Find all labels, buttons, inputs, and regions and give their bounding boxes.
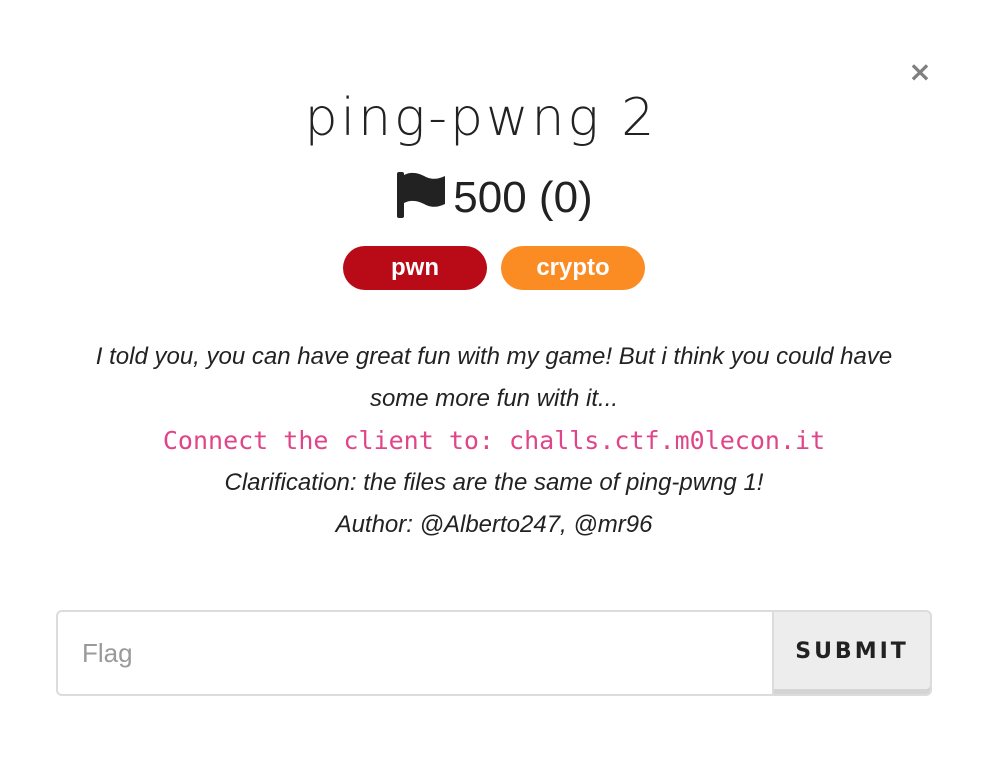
flag-input[interactable] xyxy=(56,610,772,696)
points-value: 500 (0) xyxy=(453,173,593,222)
tag-pwn: pwn xyxy=(343,246,487,290)
clarification-text: Clarification: the files are the same of… xyxy=(224,469,764,496)
submit-button[interactable]: SUBMIT xyxy=(772,610,932,696)
challenge-modal: × ping-pwng 2 500 (0) pwn crypto I told … xyxy=(0,0,988,762)
flag-icon xyxy=(397,172,446,218)
description-line: I told you, you can have great fun with … xyxy=(95,343,893,370)
close-button[interactable]: × xyxy=(908,58,932,86)
author-text: Author: @Alberto247, @mr96 xyxy=(335,511,653,538)
connection-info: Connect the client to: challs.ctf.m0leco… xyxy=(162,426,826,455)
challenge-title: ping-pwng 2 xyxy=(304,88,658,148)
description-line: some more fun with it... xyxy=(369,385,619,412)
tag-crypto: crypto xyxy=(501,246,645,290)
challenge-points: 500 (0) xyxy=(0,170,988,226)
tag-list: pwn crypto xyxy=(0,246,988,290)
flag-form: SUBMIT xyxy=(56,610,932,700)
challenge-description: I told you, you can have great fun with … xyxy=(0,336,988,546)
